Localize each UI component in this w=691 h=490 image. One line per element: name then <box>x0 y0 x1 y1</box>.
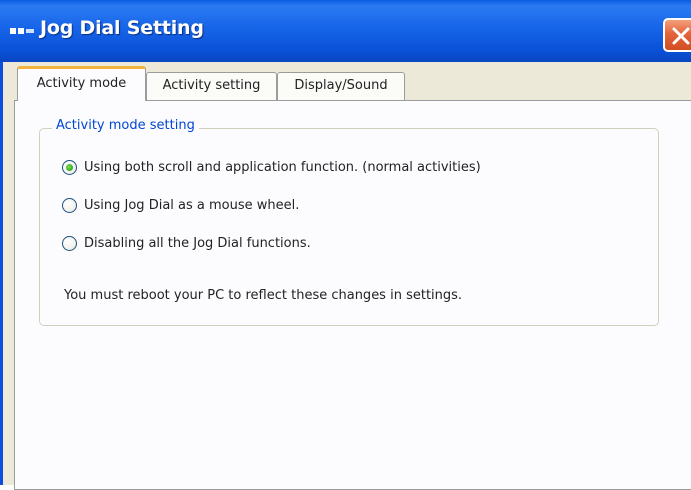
option-disable-all[interactable]: Disabling all the Jog Dial functions. <box>62 233 311 253</box>
radio-button[interactable] <box>62 197 77 213</box>
jog-dial-app-icon <box>10 28 34 34</box>
close-button[interactable] <box>663 18 691 52</box>
tab-activity-mode[interactable]: Activity mode <box>17 66 146 101</box>
option-label[interactable]: Using both scroll and application functi… <box>84 160 481 175</box>
title-bar[interactable]: Jog Dial Setting <box>0 0 691 62</box>
jog-dial-setting-window: Jog Dial Setting Activity mode Activity … <box>0 0 691 490</box>
radio-selected-dot <box>66 163 73 171</box>
groupbox-title: Activity mode setting <box>52 118 199 133</box>
radio-button[interactable] <box>62 235 77 251</box>
tab-display-sound[interactable]: Display/Sound <box>277 72 405 100</box>
option-normal-activities[interactable]: Using both scroll and application functi… <box>62 157 481 177</box>
radio-button[interactable] <box>62 159 77 175</box>
option-label[interactable]: Disabling all the Jog Dial functions. <box>84 236 311 251</box>
reboot-notice: You must reboot your PC to reflect these… <box>64 288 463 303</box>
window-title: Jog Dial Setting <box>40 17 204 39</box>
close-icon <box>672 27 690 45</box>
option-mouse-wheel[interactable]: Using Jog Dial as a mouse wheel. <box>62 195 299 215</box>
tab-activity-setting[interactable]: Activity setting <box>146 72 277 100</box>
option-label[interactable]: Using Jog Dial as a mouse wheel. <box>84 198 299 213</box>
